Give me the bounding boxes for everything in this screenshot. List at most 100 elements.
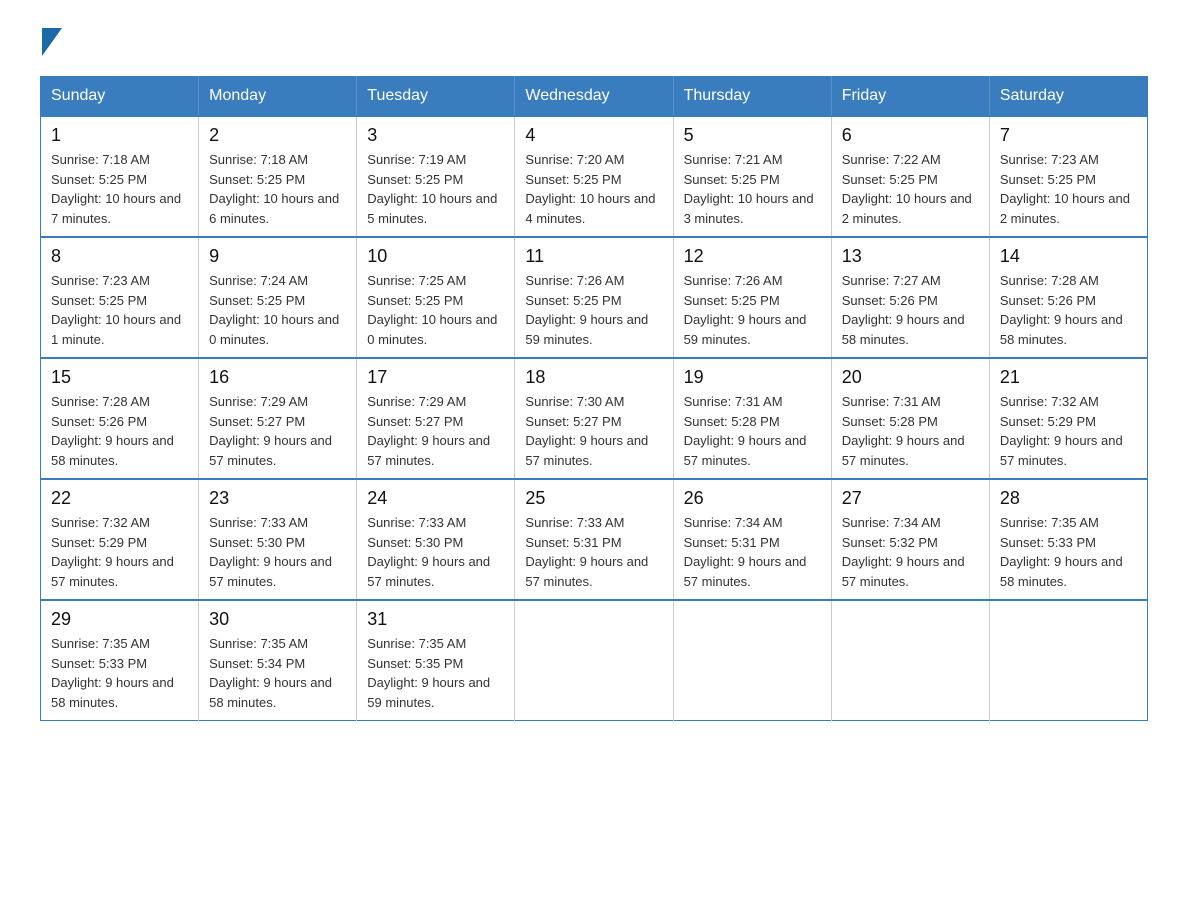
day-cell: 10 Sunrise: 7:25 AMSunset: 5:25 PMDayligh… (357, 237, 515, 358)
day-info: Sunrise: 7:34 AMSunset: 5:32 PMDaylight:… (842, 513, 979, 591)
day-info: Sunrise: 7:33 AMSunset: 5:30 PMDaylight:… (209, 513, 346, 591)
day-cell: 4Sunrise: 7:20 AMSunset: 5:25 PMDaylight… (515, 116, 673, 237)
day-cell: 19Sunrise: 7:31 AMSunset: 5:28 PMDayligh… (673, 358, 831, 479)
day-cell: 7Sunrise: 7:23 AMSunset: 5:25 PMDaylight… (989, 116, 1147, 237)
day-number: 18 (525, 367, 662, 388)
day-cell (515, 600, 673, 721)
day-cell: 29 Sunrise: 7:35 AMSunset: 5:33 PMDayligh… (41, 600, 199, 721)
day-cell: 27 Sunrise: 7:34 AMSunset: 5:32 PMDayligh… (831, 479, 989, 600)
day-info: Sunrise: 7:35 AMSunset: 5:33 PMDaylight:… (1000, 513, 1137, 591)
day-cell: 3 Sunrise: 7:19 AMSunset: 5:25 PMDaylight… (357, 116, 515, 237)
day-number: 16 (209, 367, 346, 388)
header-saturday: Saturday (989, 77, 1147, 117)
week-row-2: 8 Sunrise: 7:23 AMSunset: 5:25 PMDaylight… (41, 237, 1148, 358)
day-info: Sunrise: 7:31 AMSunset: 5:28 PMDaylight:… (842, 392, 979, 470)
header-monday: Monday (199, 77, 357, 117)
header-sunday: Sunday (41, 77, 199, 117)
day-info: Sunrise: 7:29 AMSunset: 5:27 PMDaylight:… (367, 392, 504, 470)
day-cell: 2 Sunrise: 7:18 AMSunset: 5:25 PMDaylight… (199, 116, 357, 237)
week-row-5: 29 Sunrise: 7:35 AMSunset: 5:33 PMDayligh… (41, 600, 1148, 721)
day-cell (831, 600, 989, 721)
calendar-header-row: SundayMondayTuesdayWednesdayThursdayFrid… (41, 77, 1148, 117)
day-number: 8 (51, 246, 188, 267)
day-info: Sunrise: 7:32 AMSunset: 5:29 PMDaylight:… (51, 513, 188, 591)
day-cell: 11 Sunrise: 7:26 AMSunset: 5:25 PMDayligh… (515, 237, 673, 358)
day-number: 31 (367, 609, 504, 630)
day-number: 21 (1000, 367, 1137, 388)
day-cell (673, 600, 831, 721)
day-number: 10 (367, 246, 504, 267)
day-info: Sunrise: 7:20 AMSunset: 5:25 PMDaylight:… (525, 150, 662, 228)
day-info: Sunrise: 7:22 AMSunset: 5:25 PMDaylight:… (842, 150, 979, 228)
header-thursday: Thursday (673, 77, 831, 117)
calendar-table: SundayMondayTuesdayWednesdayThursdayFrid… (40, 76, 1148, 721)
day-info: Sunrise: 7:35 AMSunset: 5:34 PMDaylight:… (209, 634, 346, 712)
day-info: Sunrise: 7:34 AMSunset: 5:31 PMDaylight:… (684, 513, 821, 591)
day-cell: 23 Sunrise: 7:33 AMSunset: 5:30 PMDayligh… (199, 479, 357, 600)
day-info: Sunrise: 7:30 AMSunset: 5:27 PMDaylight:… (525, 392, 662, 470)
day-info: Sunrise: 7:23 AMSunset: 5:25 PMDaylight:… (51, 271, 188, 349)
day-cell: 9 Sunrise: 7:24 AMSunset: 5:25 PMDaylight… (199, 237, 357, 358)
day-info: Sunrise: 7:28 AMSunset: 5:26 PMDaylight:… (51, 392, 188, 470)
day-number: 29 (51, 609, 188, 630)
day-cell: 17 Sunrise: 7:29 AMSunset: 5:27 PMDayligh… (357, 358, 515, 479)
day-cell: 24 Sunrise: 7:33 AMSunset: 5:30 PMDayligh… (357, 479, 515, 600)
day-cell (989, 600, 1147, 721)
day-cell: 15 Sunrise: 7:28 AMSunset: 5:26 PMDayligh… (41, 358, 199, 479)
day-cell: 14Sunrise: 7:28 AMSunset: 5:26 PMDayligh… (989, 237, 1147, 358)
logo (40, 30, 62, 56)
day-cell: 26Sunrise: 7:34 AMSunset: 5:31 PMDayligh… (673, 479, 831, 600)
day-cell: 8 Sunrise: 7:23 AMSunset: 5:25 PMDaylight… (41, 237, 199, 358)
day-number: 25 (525, 488, 662, 509)
day-number: 30 (209, 609, 346, 630)
day-cell: 16 Sunrise: 7:29 AMSunset: 5:27 PMDayligh… (199, 358, 357, 479)
week-row-3: 15 Sunrise: 7:28 AMSunset: 5:26 PMDayligh… (41, 358, 1148, 479)
week-row-1: 1Sunrise: 7:18 AMSunset: 5:25 PMDaylight… (41, 116, 1148, 237)
day-info: Sunrise: 7:33 AMSunset: 5:30 PMDaylight:… (367, 513, 504, 591)
day-number: 11 (525, 246, 662, 267)
day-number: 27 (842, 488, 979, 509)
day-cell: 20 Sunrise: 7:31 AMSunset: 5:28 PMDayligh… (831, 358, 989, 479)
day-info: Sunrise: 7:33 AMSunset: 5:31 PMDaylight:… (525, 513, 662, 591)
day-cell: 6 Sunrise: 7:22 AMSunset: 5:25 PMDaylight… (831, 116, 989, 237)
day-number: 20 (842, 367, 979, 388)
day-info: Sunrise: 7:27 AMSunset: 5:26 PMDaylight:… (842, 271, 979, 349)
day-info: Sunrise: 7:32 AMSunset: 5:29 PMDaylight:… (1000, 392, 1137, 470)
day-cell: 28 Sunrise: 7:35 AMSunset: 5:33 PMDayligh… (989, 479, 1147, 600)
day-info: Sunrise: 7:19 AMSunset: 5:25 PMDaylight:… (367, 150, 504, 228)
day-cell: 12 Sunrise: 7:26 AMSunset: 5:25 PMDayligh… (673, 237, 831, 358)
day-number: 6 (842, 125, 979, 146)
day-info: Sunrise: 7:24 AMSunset: 5:25 PMDaylight:… (209, 271, 346, 349)
day-number: 14 (1000, 246, 1137, 267)
day-info: Sunrise: 7:26 AMSunset: 5:25 PMDaylight:… (684, 271, 821, 349)
header-tuesday: Tuesday (357, 77, 515, 117)
day-number: 22 (51, 488, 188, 509)
day-number: 24 (367, 488, 504, 509)
day-number: 3 (367, 125, 504, 146)
day-cell: 5 Sunrise: 7:21 AMSunset: 5:25 PMDaylight… (673, 116, 831, 237)
day-info: Sunrise: 7:35 AMSunset: 5:35 PMDaylight:… (367, 634, 504, 712)
day-info: Sunrise: 7:35 AMSunset: 5:33 PMDaylight:… (51, 634, 188, 712)
header-friday: Friday (831, 77, 989, 117)
day-number: 2 (209, 125, 346, 146)
day-number: 9 (209, 246, 346, 267)
day-cell: 31 Sunrise: 7:35 AMSunset: 5:35 PMDayligh… (357, 600, 515, 721)
day-number: 23 (209, 488, 346, 509)
day-info: Sunrise: 7:23 AMSunset: 5:25 PMDaylight:… (1000, 150, 1137, 228)
day-info: Sunrise: 7:25 AMSunset: 5:25 PMDaylight:… (367, 271, 504, 349)
day-cell: 18 Sunrise: 7:30 AMSunset: 5:27 PMDayligh… (515, 358, 673, 479)
day-number: 28 (1000, 488, 1137, 509)
day-info: Sunrise: 7:31 AMSunset: 5:28 PMDaylight:… (684, 392, 821, 470)
day-info: Sunrise: 7:18 AMSunset: 5:25 PMDaylight:… (51, 150, 188, 228)
day-info: Sunrise: 7:29 AMSunset: 5:27 PMDaylight:… (209, 392, 346, 470)
day-number: 15 (51, 367, 188, 388)
day-info: Sunrise: 7:26 AMSunset: 5:25 PMDaylight:… (525, 271, 662, 349)
day-info: Sunrise: 7:21 AMSunset: 5:25 PMDaylight:… (684, 150, 821, 228)
day-number: 5 (684, 125, 821, 146)
day-number: 13 (842, 246, 979, 267)
day-number: 12 (684, 246, 821, 267)
day-info: Sunrise: 7:18 AMSunset: 5:25 PMDaylight:… (209, 150, 346, 228)
day-number: 17 (367, 367, 504, 388)
day-cell: 22 Sunrise: 7:32 AMSunset: 5:29 PMDayligh… (41, 479, 199, 600)
day-cell: 13 Sunrise: 7:27 AMSunset: 5:26 PMDayligh… (831, 237, 989, 358)
